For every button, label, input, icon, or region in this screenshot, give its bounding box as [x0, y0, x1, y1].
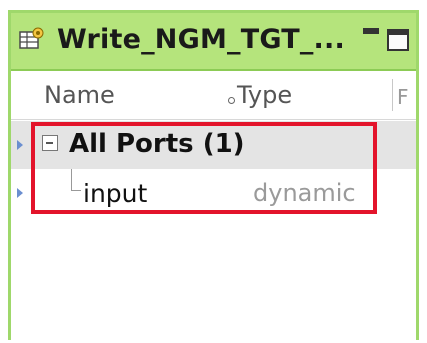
port-name: input — [83, 179, 148, 208]
maximize-icon[interactable] — [387, 29, 409, 51]
row-marker-icon — [17, 140, 23, 150]
target-table-icon — [19, 27, 45, 51]
panel-title-bar[interactable]: Write_NGM_TGT_... — [11, 13, 416, 71]
tree-row-all-ports[interactable]: All Ports (1) — [11, 121, 416, 169]
all-ports-label: All Ports (1) — [69, 129, 245, 159]
column-header-truncated[interactable]: F — [397, 85, 409, 109]
panel-title: Write_NGM_TGT_... — [57, 24, 345, 55]
tree-row-input[interactable]: input dynamic — [11, 169, 416, 217]
minimize-icon[interactable] — [363, 28, 379, 34]
collapse-icon[interactable] — [42, 135, 58, 151]
port-type: dynamic — [253, 179, 356, 207]
column-header-type[interactable]: Type — [237, 81, 292, 109]
row-marker-icon — [17, 188, 23, 198]
column-resize-handle-icon[interactable] — [228, 97, 235, 104]
column-header-name[interactable]: Name — [44, 81, 115, 109]
ports-grid: Name Type F All Ports (1) input dynamic — [11, 71, 416, 343]
transformation-panel: Write_NGM_TGT_... Name Type F All Ports … — [8, 10, 419, 343]
column-divider[interactable] — [392, 79, 393, 111]
tree-connector — [71, 169, 81, 191]
grid-header: Name Type F — [11, 71, 416, 120]
